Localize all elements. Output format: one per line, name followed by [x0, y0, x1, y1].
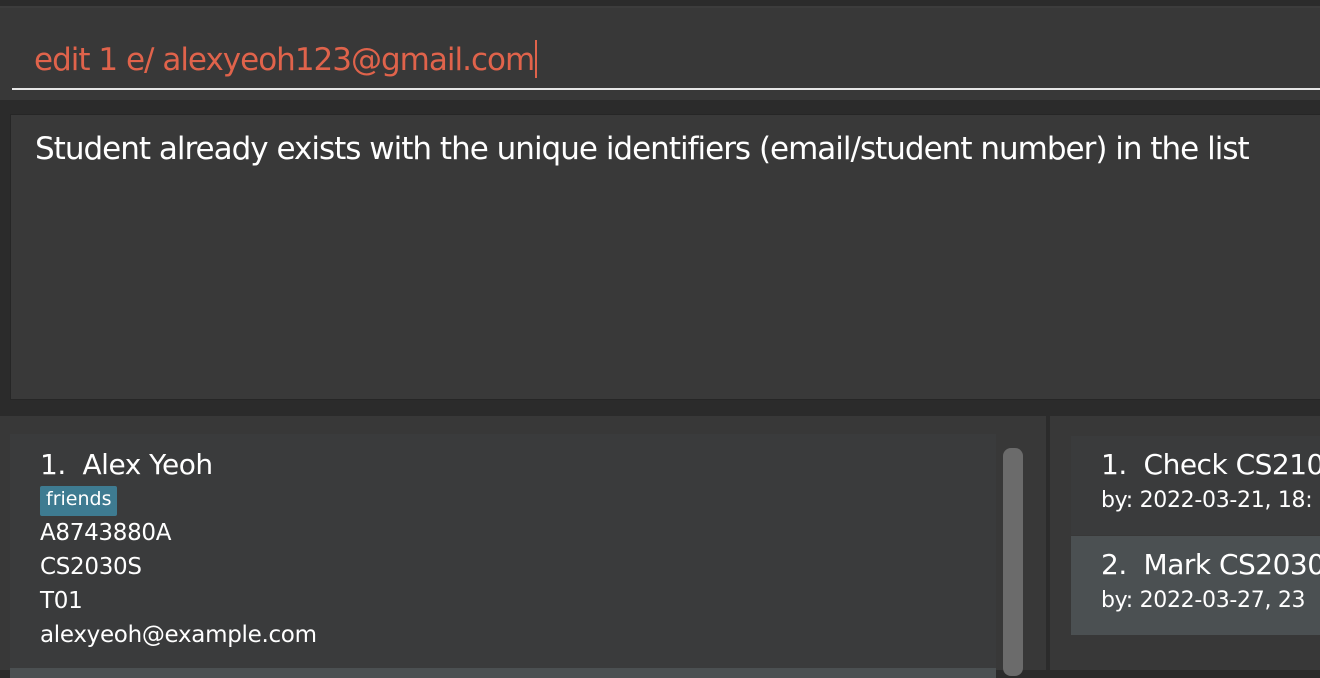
- student-id: A8743880A: [40, 520, 172, 546]
- task-card[interactable]: 2. Mark CS2030 by: 2022-03-27, 23: [1071, 536, 1320, 635]
- task-title-text: Mark CS2030: [1143, 548, 1320, 581]
- task-due: by: 2022-03-27, 23: [1101, 588, 1306, 613]
- student-card[interactable]: 1. Alex Yeoh friends A8743880A CS2030S T…: [10, 434, 996, 670]
- lists-area: 1. Alex Yeoh friends A8743880A CS2030S T…: [0, 410, 1320, 678]
- task-title: 2. Mark CS2030: [1101, 548, 1320, 581]
- student-index: 1.: [40, 448, 66, 481]
- student-module: CS2030S: [40, 554, 142, 580]
- task-index: 1.: [1101, 448, 1127, 481]
- task-card[interactable]: 1. Check CS210 by: 2022-03-21, 18:: [1071, 436, 1320, 535]
- window-top-strip: [0, 0, 1320, 8]
- student-name-text: Alex Yeoh: [82, 448, 214, 481]
- command-input-text: edit 1 e/ alexyeoh123@gmail.com: [34, 42, 535, 78]
- task-index: 2.: [1101, 548, 1127, 581]
- task-title-text: Check CS210: [1143, 448, 1320, 481]
- student-list-scrollbar[interactable]: [1003, 448, 1023, 676]
- result-message: Student already exists with the unique i…: [35, 131, 1250, 167]
- task-list-panel[interactable]: 1. Check CS210 by: 2022-03-21, 18: 2. Ma…: [1050, 416, 1320, 670]
- task-title: 1. Check CS210: [1101, 448, 1320, 481]
- command-box: edit 1 e/ alexyeoh123@gmail.com: [0, 8, 1320, 100]
- student-tutorial: T01: [40, 588, 83, 614]
- student-email: alexyeoh@example.com: [40, 622, 317, 648]
- student-list-panel[interactable]: 1. Alex Yeoh friends A8743880A CS2030S T…: [0, 416, 1046, 678]
- command-input[interactable]: edit 1 e/ alexyeoh123@gmail.com: [12, 28, 1320, 90]
- tag-badge: friends: [40, 486, 118, 516]
- result-display: Student already exists with the unique i…: [10, 114, 1320, 400]
- student-name: 1. Alex Yeoh: [40, 448, 213, 481]
- text-caret: [535, 40, 538, 78]
- divider: [0, 100, 1320, 106]
- task-due: by: 2022-03-21, 18:: [1101, 488, 1313, 513]
